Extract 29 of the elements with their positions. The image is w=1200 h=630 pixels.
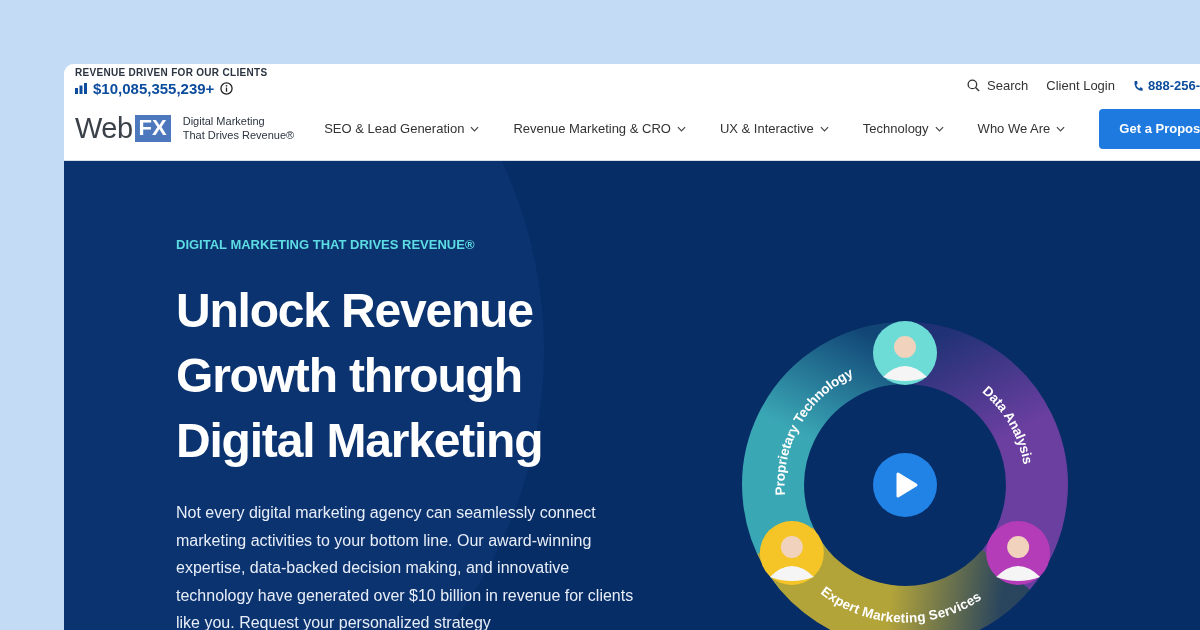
chevron-down-icon	[470, 125, 480, 132]
logo-badge[interactable]: FX	[134, 115, 171, 142]
chevron-down-icon	[934, 125, 944, 132]
nav-menu-item[interactable]: SEO & Lead Generation	[324, 121, 480, 136]
chevron-down-icon	[1056, 125, 1066, 132]
nav-menu-item[interactable]: Revenue Marketing & CRO	[513, 121, 686, 136]
revenue-caption: REVENUE DRIVEN FOR OUR CLIENTS	[75, 67, 268, 78]
header-link[interactable]: Client Login	[1046, 78, 1115, 93]
chevron-down-icon	[676, 125, 686, 132]
info-icon[interactable]	[220, 82, 234, 95]
hero-headline: Growth through	[176, 348, 523, 404]
bar-chart-icon	[75, 83, 87, 94]
nav-menu-item[interactable]: Technology	[862, 121, 944, 136]
nav-menu-item[interactable]: UX & Interactive	[719, 121, 829, 136]
hero-headline: Digital Marketing	[176, 413, 544, 469]
hero-headline: Unlock Revenue	[176, 283, 534, 339]
play-button[interactable]	[873, 453, 937, 517]
search-icon	[967, 79, 981, 92]
logo-tagline: Digital Marketing	[182, 115, 266, 129]
logo-wordmark[interactable]: Web	[75, 114, 133, 143]
header-link[interactable]: Search	[967, 78, 1029, 93]
hero-eyebrow: DIGITAL MARKETING THAT DRIVES REVENUE®	[176, 237, 476, 252]
phone-icon	[1132, 79, 1143, 92]
header-link[interactable]: 888-256-	[1132, 78, 1200, 93]
chevron-down-icon	[819, 125, 829, 132]
revenue-amount: $10,085,355,239+	[93, 80, 215, 97]
logo-tagline: That Drives Revenue®	[182, 128, 295, 142]
nav-menu-item[interactable]: Who We Are	[977, 121, 1066, 136]
get-proposal-button[interactable]: Get a Propos	[1099, 108, 1200, 149]
